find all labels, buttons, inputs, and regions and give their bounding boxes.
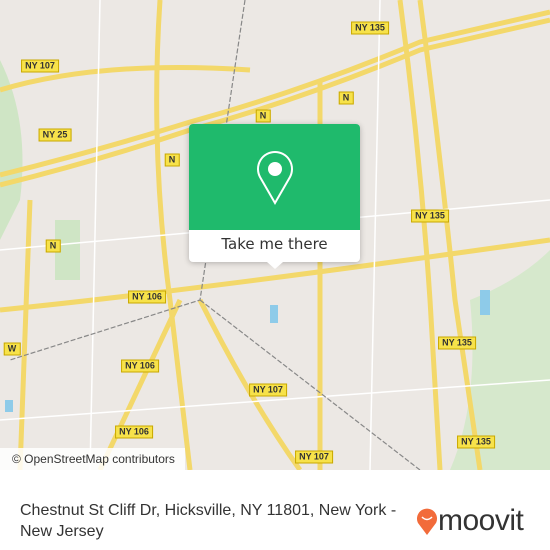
moovit-logo: moovit bbox=[416, 504, 524, 538]
take-me-there-button[interactable]: Take me there bbox=[189, 230, 360, 262]
osm-attribution[interactable]: © OpenStreetMap contributors bbox=[0, 448, 185, 470]
road-label: NY 135 bbox=[411, 209, 449, 223]
road-label: NY 107 bbox=[249, 383, 287, 397]
road-label: N bbox=[255, 109, 271, 123]
road-label: N bbox=[45, 239, 61, 253]
road-label: NY 106 bbox=[115, 425, 153, 439]
take-me-there-popup[interactable]: Take me there bbox=[189, 124, 360, 269]
moovit-pin-icon bbox=[417, 508, 437, 535]
brand-name: moovit bbox=[438, 504, 524, 537]
footer: Chestnut St Cliff Dr, Hicksville, NY 118… bbox=[0, 470, 550, 550]
road-label: NY 106 bbox=[128, 290, 166, 304]
road-label: NY 107 bbox=[295, 450, 333, 464]
road-label: NY 135 bbox=[438, 336, 476, 350]
road-label: N bbox=[338, 91, 354, 105]
map-pin-icon bbox=[256, 151, 293, 205]
road-label: NY 107 bbox=[21, 59, 59, 73]
road-label: NY 106 bbox=[121, 359, 159, 373]
address-text: Chestnut St Cliff Dr, Hicksville, NY 118… bbox=[20, 502, 397, 540]
road-label: NY 135 bbox=[351, 21, 389, 35]
road-label: NY 135 bbox=[457, 435, 495, 449]
road-label: W bbox=[3, 342, 21, 356]
road-label: NY 25 bbox=[38, 128, 72, 142]
road-label: N bbox=[164, 153, 180, 167]
